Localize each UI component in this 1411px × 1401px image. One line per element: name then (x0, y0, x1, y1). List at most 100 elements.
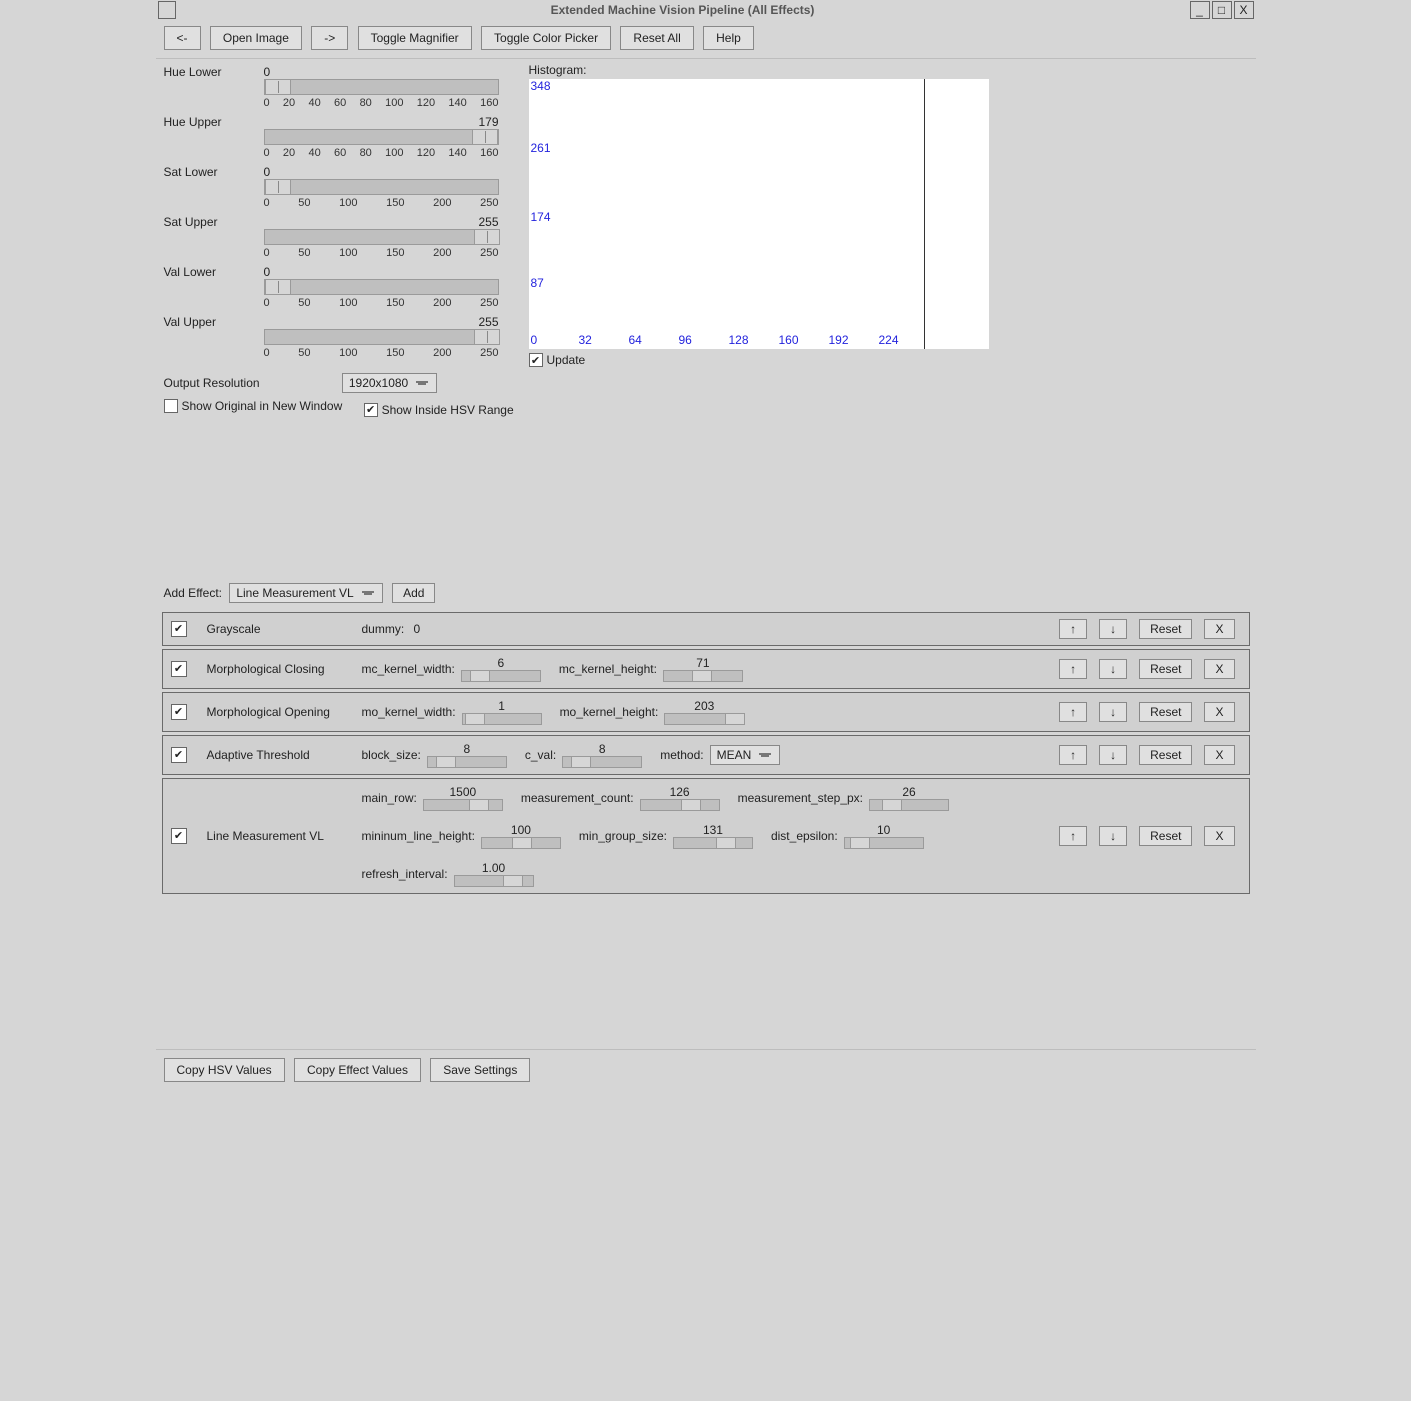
effect-move-down-button[interactable]: ↓ (1099, 745, 1127, 765)
output-resolution-dropdown[interactable]: 1920x1080 (342, 373, 437, 393)
copy-hsv-button[interactable]: Copy HSV Values (164, 1058, 285, 1082)
minimize-button[interactable]: _ (1190, 1, 1210, 19)
slider-track[interactable] (264, 329, 499, 345)
param-slider[interactable] (562, 756, 642, 768)
toggle-colorpicker-button[interactable]: Toggle Color Picker (481, 26, 611, 50)
param-slider[interactable] (673, 837, 753, 849)
effect-remove-button[interactable]: X (1204, 745, 1234, 765)
save-settings-button[interactable]: Save Settings (430, 1058, 530, 1082)
toggle-magnifier-button[interactable]: Toggle Magnifier (358, 26, 472, 50)
effect-enable-checkbox[interactable]: ✔ (171, 621, 187, 637)
slider-thumb[interactable] (716, 837, 736, 849)
effect-move-up-button[interactable]: ↑ (1059, 702, 1087, 722)
slider-thumb[interactable] (465, 713, 485, 725)
effect-reset-button[interactable]: Reset (1139, 619, 1192, 639)
reset-all-button[interactable]: Reset All (620, 26, 693, 50)
slider-thumb[interactable] (472, 129, 498, 145)
histogram-update-label: Update (547, 353, 586, 367)
slider-thumb[interactable] (725, 713, 745, 725)
effect-enable-checkbox[interactable]: ✔ (171, 747, 187, 763)
slider-thumb[interactable] (470, 670, 490, 682)
param-value: 1.00 (454, 861, 534, 875)
slider-thumb[interactable] (850, 837, 870, 849)
param-label: min_group_size: (579, 829, 667, 843)
slider-thumb[interactable] (503, 875, 523, 887)
slider-thumb[interactable] (265, 179, 291, 195)
param-value: 8 (562, 742, 642, 756)
show-original-checkbox[interactable]: Show Original in New Window (164, 399, 343, 413)
show-inside-hsv-checkbox[interactable]: ✔Show Inside HSV Range (364, 403, 514, 417)
slider-label: Hue Lower (164, 65, 264, 79)
slider-thumb[interactable] (474, 229, 500, 245)
param-slider[interactable] (454, 875, 534, 887)
effect-row: ✔Adaptive Thresholdblock_size:8c_val:8me… (162, 735, 1250, 775)
effect-reset-button[interactable]: Reset (1139, 826, 1192, 846)
param-slider[interactable] (423, 799, 503, 811)
slider-track[interactable] (264, 79, 499, 95)
param-slider[interactable] (640, 799, 720, 811)
effect-move-up-button[interactable]: ↑ (1059, 619, 1087, 639)
param-slider[interactable] (427, 756, 507, 768)
effect-remove-button[interactable]: X (1204, 659, 1234, 679)
effect-move-down-button[interactable]: ↓ (1099, 619, 1127, 639)
effect-reset-button[interactable]: Reset (1139, 745, 1192, 765)
param-dropdown[interactable]: MEAN (710, 745, 781, 765)
add-effect-dropdown[interactable]: Line Measurement VL (229, 583, 382, 603)
effect-reset-button[interactable]: Reset (1139, 659, 1192, 679)
param-slider[interactable] (844, 837, 924, 849)
forward-button[interactable]: -> (311, 26, 348, 50)
slider-thumb[interactable] (512, 837, 532, 849)
close-button[interactable]: X (1234, 1, 1254, 19)
effect-reset-button[interactable]: Reset (1139, 702, 1192, 722)
effect-enable-checkbox[interactable]: ✔ (171, 828, 187, 844)
param-slider[interactable] (664, 713, 744, 725)
param-slider[interactable] (869, 799, 949, 811)
param-slider[interactable] (461, 670, 541, 682)
slider-track[interactable] (264, 229, 499, 245)
param-label: main_row: (362, 791, 417, 805)
effect-name: Adaptive Threshold (207, 748, 362, 762)
param-label: measurement_count: (521, 791, 634, 805)
slider-track[interactable] (264, 129, 499, 145)
slider-track[interactable] (264, 179, 499, 195)
param-value: 71 (663, 656, 743, 670)
slider-thumb[interactable] (474, 329, 500, 345)
slider-track[interactable] (264, 279, 499, 295)
param-value: 131 (673, 823, 753, 837)
slider-thumb[interactable] (469, 799, 489, 811)
param-slider[interactable] (663, 670, 743, 682)
effect-move-down-button[interactable]: ↓ (1099, 702, 1127, 722)
open-image-button[interactable]: Open Image (210, 26, 302, 50)
slider-thumb[interactable] (681, 799, 701, 811)
effect-move-up-button[interactable]: ↑ (1059, 745, 1087, 765)
effect-move-up-button[interactable]: ↑ (1059, 826, 1087, 846)
effect-name: Morphological Closing (207, 662, 362, 676)
effect-remove-button[interactable]: X (1204, 702, 1234, 722)
effect-enable-checkbox[interactable]: ✔ (171, 704, 187, 720)
effect-move-down-button[interactable]: ↓ (1099, 826, 1127, 846)
param-slider[interactable] (462, 713, 542, 725)
effect-remove-button[interactable]: X (1204, 619, 1234, 639)
slider-thumb[interactable] (265, 79, 291, 95)
slider-thumb[interactable] (571, 756, 591, 768)
effect-remove-button[interactable]: X (1204, 826, 1234, 846)
effect-move-down-button[interactable]: ↓ (1099, 659, 1127, 679)
param-value: 1 (462, 699, 542, 713)
help-button[interactable]: Help (703, 26, 754, 50)
slider-thumb[interactable] (265, 279, 291, 295)
maximize-button[interactable]: □ (1212, 1, 1232, 19)
slider-thumb[interactable] (692, 670, 712, 682)
back-button[interactable]: <- (164, 26, 201, 50)
slider-thumb[interactable] (882, 799, 902, 811)
add-effect-button[interactable]: Add (392, 583, 435, 603)
param-slider[interactable] (481, 837, 561, 849)
chevron-down-icon (362, 589, 376, 597)
show-inside-hsv-label: Show Inside HSV Range (382, 403, 514, 417)
hist-x-tick: 192 (829, 333, 849, 347)
param-value: 203 (664, 699, 744, 713)
slider-thumb[interactable] (436, 756, 456, 768)
histogram-update-checkbox[interactable]: ✔Update (529, 353, 586, 367)
effect-enable-checkbox[interactable]: ✔ (171, 661, 187, 677)
copy-effect-button[interactable]: Copy Effect Values (294, 1058, 421, 1082)
effect-move-up-button[interactable]: ↑ (1059, 659, 1087, 679)
